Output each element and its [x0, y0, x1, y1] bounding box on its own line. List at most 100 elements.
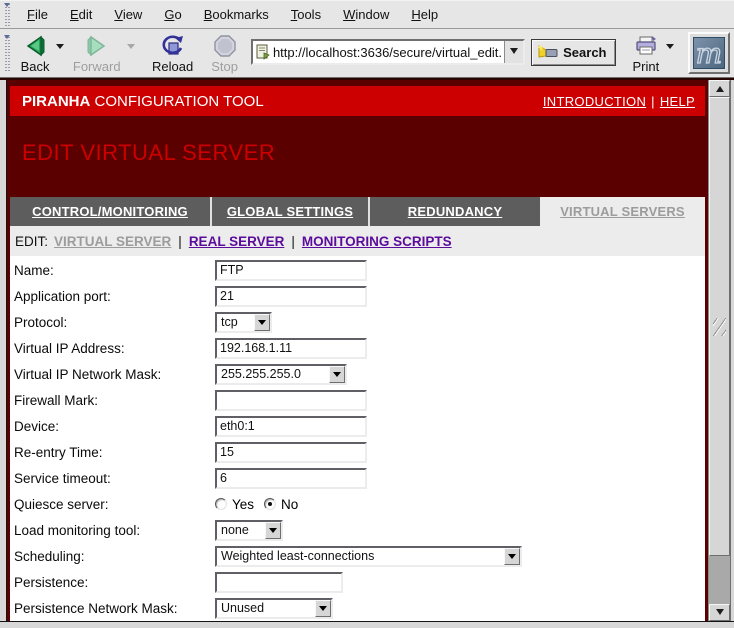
chevron-down-icon: [666, 44, 674, 53]
thumb-grip-icon: [713, 318, 726, 336]
subnav-separator: |: [178, 234, 182, 249]
help-link[interactable]: HELP: [660, 94, 695, 109]
page-title: EDIT VIRTUAL SERVER: [22, 140, 705, 170]
virtual-server-form: Name: Application port: Protocol: tcp: [10, 256, 705, 621]
form-row-reentry-time: Re-entry Time:: [14, 439, 705, 465]
field-label: Device:: [14, 419, 215, 434]
piranha-page: PIRANHA CONFIGURATION TOOL INTRODUCTION|…: [7, 80, 708, 621]
back-icon: [22, 33, 48, 59]
app-title-bold: PIRANHA: [22, 93, 90, 110]
selected-value: none: [221, 523, 262, 537]
window-frame-right: [730, 80, 734, 621]
scheduling-select[interactable]: Weighted least-connections: [215, 546, 522, 567]
arrow-down-icon: [716, 609, 724, 619]
reentry-time-input[interactable]: [215, 442, 367, 463]
menu-go[interactable]: Go: [153, 3, 192, 26]
dropdown-arrow-icon: [315, 600, 331, 617]
print-button[interactable]: Print: [628, 32, 665, 75]
browser-window: File Edit View Go Bookmarks Tools Window…: [0, 0, 734, 628]
subnav-monitoring-scripts-link[interactable]: MONITORING SCRIPTS: [302, 234, 452, 249]
reload-button[interactable]: Reload: [147, 32, 198, 75]
device-input[interactable]: [215, 416, 367, 437]
toolbar-grip-handle[interactable]: [3, 35, 12, 71]
persistence-netmask-select[interactable]: Unused: [215, 598, 333, 619]
back-button[interactable]: Back: [16, 32, 55, 75]
url-input[interactable]: http://localhost:3636/secure/virtual_edi…: [273, 45, 504, 60]
subnav-virtual-server-current: VIRTUAL SERVER: [54, 234, 171, 249]
window-frame-left: [0, 80, 7, 621]
menu-file[interactable]: File: [16, 3, 59, 26]
menu-tools[interactable]: Tools: [280, 3, 332, 26]
forward-button[interactable]: Forward: [68, 32, 126, 75]
dropdown-arrow-icon: [254, 314, 270, 331]
service-timeout-input[interactable]: [215, 468, 367, 489]
subnav-real-server-link[interactable]: REAL SERVER: [189, 234, 285, 249]
field-label: Firewall Mark:: [14, 393, 215, 408]
form-row-virtual-ip: Virtual IP Address:: [14, 335, 705, 361]
form-row-device: Device:: [14, 413, 705, 439]
field-label: Protocol:: [14, 315, 215, 330]
firewall-mark-input[interactable]: [215, 390, 367, 411]
selected-value: tcp: [221, 315, 251, 329]
stop-icon: [213, 33, 237, 59]
field-label: Persistence:: [14, 575, 215, 590]
field-label: Load monitoring tool:: [14, 523, 215, 538]
navigation-toolbar: Back Forward Reload: [0, 29, 734, 78]
persistence-input[interactable]: [215, 572, 343, 593]
menu-bookmarks[interactable]: Bookmarks: [193, 3, 280, 26]
scroll-down-button[interactable]: [709, 604, 730, 621]
menu-view[interactable]: View: [103, 3, 153, 26]
banner-links: INTRODUCTION|HELP: [543, 94, 695, 109]
menu-help[interactable]: Help: [400, 3, 449, 26]
chevron-down-icon: [510, 48, 518, 58]
field-label: Persistence Network Mask:: [14, 601, 215, 616]
subnav-separator: |: [291, 234, 295, 249]
field-label: Quiesce server:: [14, 497, 215, 512]
search-button[interactable]: Search: [531, 39, 615, 66]
forward-icon: [84, 33, 110, 59]
stop-button[interactable]: Stop: [206, 32, 243, 75]
protocol-select[interactable]: tcp: [215, 312, 272, 333]
menu-edit[interactable]: Edit: [59, 3, 103, 26]
url-bar[interactable]: http://localhost:3636/secure/virtual_edi…: [251, 39, 525, 65]
scroll-up-button[interactable]: [709, 80, 730, 97]
dropdown-arrow-icon: [265, 522, 281, 539]
menubar-grip-handle[interactable]: [3, 3, 12, 26]
print-label: Print: [633, 59, 660, 74]
mozilla-logo-icon: m: [693, 37, 725, 69]
vertical-scrollbar[interactable]: [708, 80, 730, 621]
tab-virtual-servers[interactable]: VIRTUAL SERVERS: [540, 197, 705, 226]
form-row-vip-netmask: Virtual IP Network Mask: 255.255.255.0: [14, 361, 705, 387]
tab-control-monitoring[interactable]: CONTROL/MONITORING: [10, 197, 210, 226]
back-label: Back: [21, 59, 50, 74]
url-history-dropdown[interactable]: [504, 41, 523, 63]
app-title-rest: CONFIGURATION TOOL: [90, 93, 263, 110]
field-label: Re-entry Time:: [14, 445, 215, 460]
selected-value: Unused: [221, 601, 312, 615]
forward-history-dropdown[interactable]: [126, 39, 137, 53]
form-row-load-monitoring: Load monitoring tool: none: [14, 517, 705, 543]
tab-bar: CONTROL/MONITORING GLOBAL SETTINGS REDUN…: [10, 197, 705, 226]
back-history-dropdown[interactable]: [54, 39, 65, 53]
menu-window[interactable]: Window: [332, 3, 400, 26]
quiesce-no-radio[interactable]: [264, 498, 276, 510]
menu-bar: File Edit View Go Bookmarks Tools Window…: [0, 1, 734, 29]
vip-netmask-select[interactable]: 255.255.255.0: [215, 364, 347, 385]
name-input[interactable]: [215, 260, 367, 281]
mozilla-throbber-button[interactable]: m: [688, 32, 730, 74]
scrollbar-thumb[interactable]: [709, 97, 730, 556]
form-row-quiesce: Quiesce server: Yes No: [14, 491, 705, 517]
page-bookmark-icon: [253, 44, 273, 60]
print-dropdown[interactable]: [664, 39, 675, 53]
load-monitoring-select[interactable]: none: [215, 520, 283, 541]
selected-value: 255.255.255.0: [221, 367, 326, 381]
field-label: Service timeout:: [14, 471, 215, 486]
introduction-link[interactable]: INTRODUCTION: [543, 94, 646, 109]
virtual-ip-input[interactable]: [215, 338, 367, 359]
reload-label: Reload: [152, 59, 193, 74]
tab-redundancy[interactable]: REDUNDANCY: [368, 197, 540, 226]
edit-prefix: EDIT:: [15, 234, 48, 249]
application-port-input[interactable]: [215, 286, 367, 307]
quiesce-yes-radio[interactable]: [215, 498, 227, 510]
tab-global-settings[interactable]: GLOBAL SETTINGS: [210, 197, 368, 226]
